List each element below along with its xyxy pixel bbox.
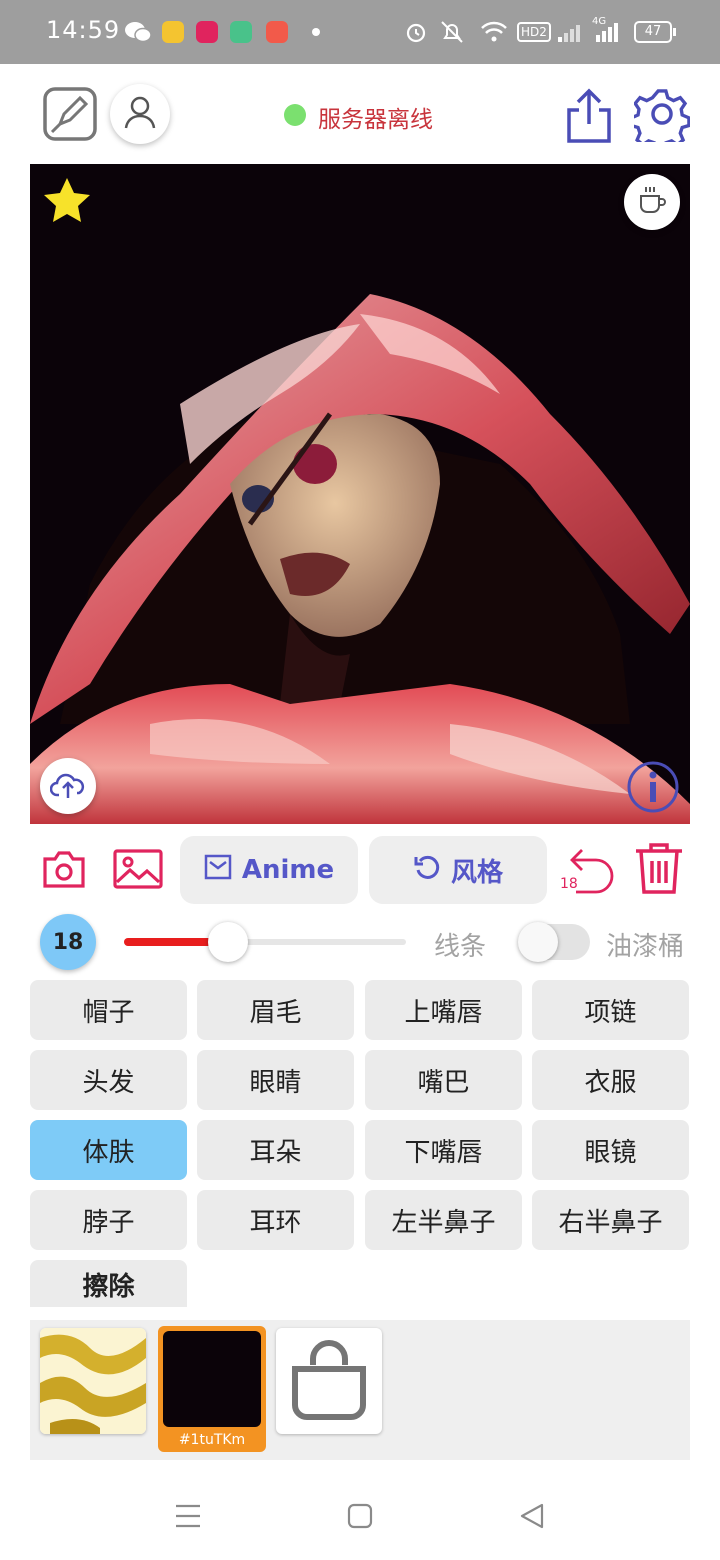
part-button[interactable]: 头发: [30, 1050, 187, 1110]
paint-bucket-label[interactable]: 油漆桶: [606, 926, 684, 963]
upload-button[interactable]: [40, 758, 96, 814]
wechat-icon: [124, 16, 152, 48]
part-button[interactable]: 耳朵: [197, 1120, 354, 1180]
part-button[interactable]: 项链: [532, 980, 689, 1040]
part-button[interactable]: 右半鼻子: [532, 1190, 689, 1250]
signal-sim2-icon: 4G: [592, 16, 620, 48]
style-label: 风格: [450, 857, 503, 888]
status-bar: 14:59 HD2 4G 47: [0, 0, 720, 64]
app-notification-icon: [230, 21, 252, 43]
part-button[interactable]: 耳环: [197, 1190, 354, 1250]
paint-bucket-toggle-knob[interactable]: [518, 922, 558, 962]
settings-icon[interactable]: [629, 86, 691, 152]
edit-icon[interactable]: [42, 86, 98, 142]
video-app-icon: [196, 21, 218, 43]
user-icon: [124, 95, 156, 133]
info-icon[interactable]: [626, 760, 680, 818]
cloud-upload-icon: [49, 769, 86, 803]
gold-texture-image: [40, 1328, 146, 1434]
part-button[interactable]: 帽子: [30, 980, 187, 1040]
menu-icon[interactable]: [170, 1496, 206, 1536]
battery-icon: 47: [634, 16, 676, 48]
gallery-icon[interactable]: [112, 846, 164, 892]
brush-size-badge: 18: [40, 914, 96, 970]
texture-swatch[interactable]: [40, 1328, 146, 1434]
color-palette: #1tuTKm: [30, 1320, 690, 1460]
part-button[interactable]: 眼镜: [532, 1120, 689, 1180]
favorite-star-icon[interactable]: [42, 176, 92, 228]
music-app-icon: [266, 21, 288, 43]
shopping-bag-icon: [289, 1337, 369, 1425]
checkbox-mail-icon: [204, 854, 232, 887]
selected-color-swatch[interactable]: #1tuTKm: [158, 1326, 266, 1452]
part-button[interactable]: 脖子: [30, 1190, 187, 1250]
mute-icon: [438, 16, 466, 48]
undo-count: 18: [560, 876, 578, 892]
stylized-portrait-image: [30, 164, 690, 824]
refresh-icon: [413, 853, 441, 888]
undo-button[interactable]: 18: [560, 842, 616, 894]
part-button[interactable]: 衣服: [532, 1050, 689, 1110]
part-button[interactable]: 上嘴唇: [365, 980, 522, 1040]
part-button[interactable]: 眼睛: [197, 1050, 354, 1110]
part-button[interactable]: 嘴巴: [365, 1050, 522, 1110]
anime-label: Anime: [241, 855, 335, 885]
server-status-dot: [284, 104, 306, 126]
app-notification-icon: [162, 21, 184, 43]
coffee-cup-icon: [636, 184, 668, 220]
coffee-button[interactable]: [624, 174, 680, 230]
share-icon[interactable]: [564, 88, 614, 144]
part-button[interactable]: 左半鼻子: [365, 1190, 522, 1250]
signal-sim1-icon: [556, 16, 582, 48]
part-button[interactable]: 体肤: [30, 1120, 187, 1180]
hd-voice-icon: HD2: [517, 16, 551, 48]
alarm-icon: [404, 16, 428, 48]
home-icon[interactable]: [342, 1496, 378, 1536]
part-button[interactable]: 下嘴唇: [365, 1120, 522, 1180]
shop-button[interactable]: [276, 1328, 382, 1434]
trash-icon[interactable]: [632, 840, 686, 896]
selected-color-fill: [163, 1331, 261, 1427]
brush-size-slider-thumb[interactable]: [208, 922, 249, 962]
anime-model-button[interactable]: Anime: [180, 836, 358, 904]
part-button[interactable]: 擦除: [30, 1260, 187, 1307]
selected-color-code: #1tuTKm: [178, 1432, 246, 1448]
drawing-canvas[interactable]: [30, 164, 690, 824]
top-bar: 服务器离线: [0, 64, 720, 162]
style-button[interactable]: 风格: [369, 836, 547, 904]
camera-icon[interactable]: [40, 846, 88, 892]
back-icon[interactable]: [514, 1496, 550, 1536]
more-notifications-dot: [312, 28, 320, 36]
status-time: 14:59: [46, 16, 121, 44]
line-mode-label[interactable]: 线条: [434, 926, 486, 963]
server-status-text: 服务器离线: [318, 107, 433, 133]
part-button[interactable]: 眉毛: [197, 980, 354, 1040]
wifi-icon: [480, 16, 508, 48]
account-button[interactable]: [110, 84, 170, 144]
